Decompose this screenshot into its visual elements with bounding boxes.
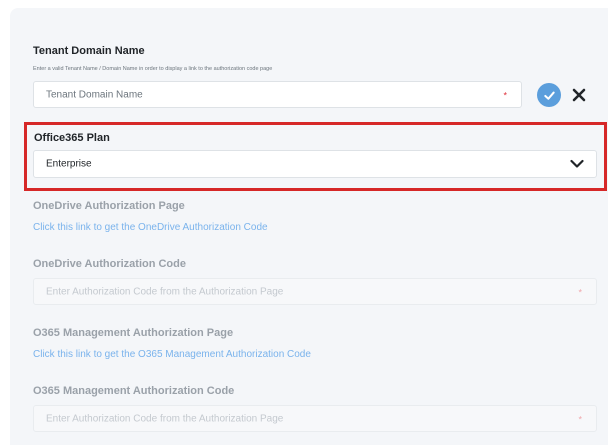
o365-code-label: O365 Management Authorization Code: [33, 385, 235, 397]
o365-auth-link[interactable]: Click this link to get the O365 Manageme…: [33, 349, 311, 360]
o365-code-placeholder: Enter Authorization Code from the Author…: [46, 413, 284, 424]
check-icon: [543, 91, 555, 100]
required-mark: *: [578, 414, 582, 424]
office365-plan-label: Office365 Plan: [34, 132, 110, 144]
onedrive-code-placeholder: Enter Authorization Code from the Author…: [46, 286, 284, 297]
chevron-down-icon: [570, 159, 584, 168]
tenant-domain-placeholder: Tenant Domain Name: [46, 89, 143, 100]
close-icon: [572, 88, 586, 102]
office365-plan-select[interactable]: Enterprise: [33, 150, 597, 178]
tenant-domain-label: Tenant Domain Name: [33, 45, 145, 57]
o365-code-input[interactable]: Enter Authorization Code from the Author…: [33, 405, 597, 432]
cancel-button[interactable]: [569, 85, 589, 105]
onedrive-page-label: OneDrive Authorization Page: [33, 200, 185, 212]
onedrive-auth-link[interactable]: Click this link to get the OneDrive Auth…: [33, 222, 268, 233]
office365-plan-value: Enterprise: [46, 158, 92, 170]
onedrive-code-input[interactable]: Enter Authorization Code from the Author…: [33, 278, 597, 305]
required-mark: *: [578, 287, 582, 297]
tenant-domain-input[interactable]: Tenant Domain Name *: [33, 81, 522, 108]
o365-page-label: O365 Management Authorization Page: [33, 327, 234, 339]
onedrive-code-label: OneDrive Authorization Code: [33, 258, 186, 270]
confirm-button[interactable]: [537, 83, 561, 107]
tenant-domain-helper: Enter a valid Tenant Name / Domain Name …: [33, 66, 273, 72]
required-mark: *: [503, 90, 507, 100]
